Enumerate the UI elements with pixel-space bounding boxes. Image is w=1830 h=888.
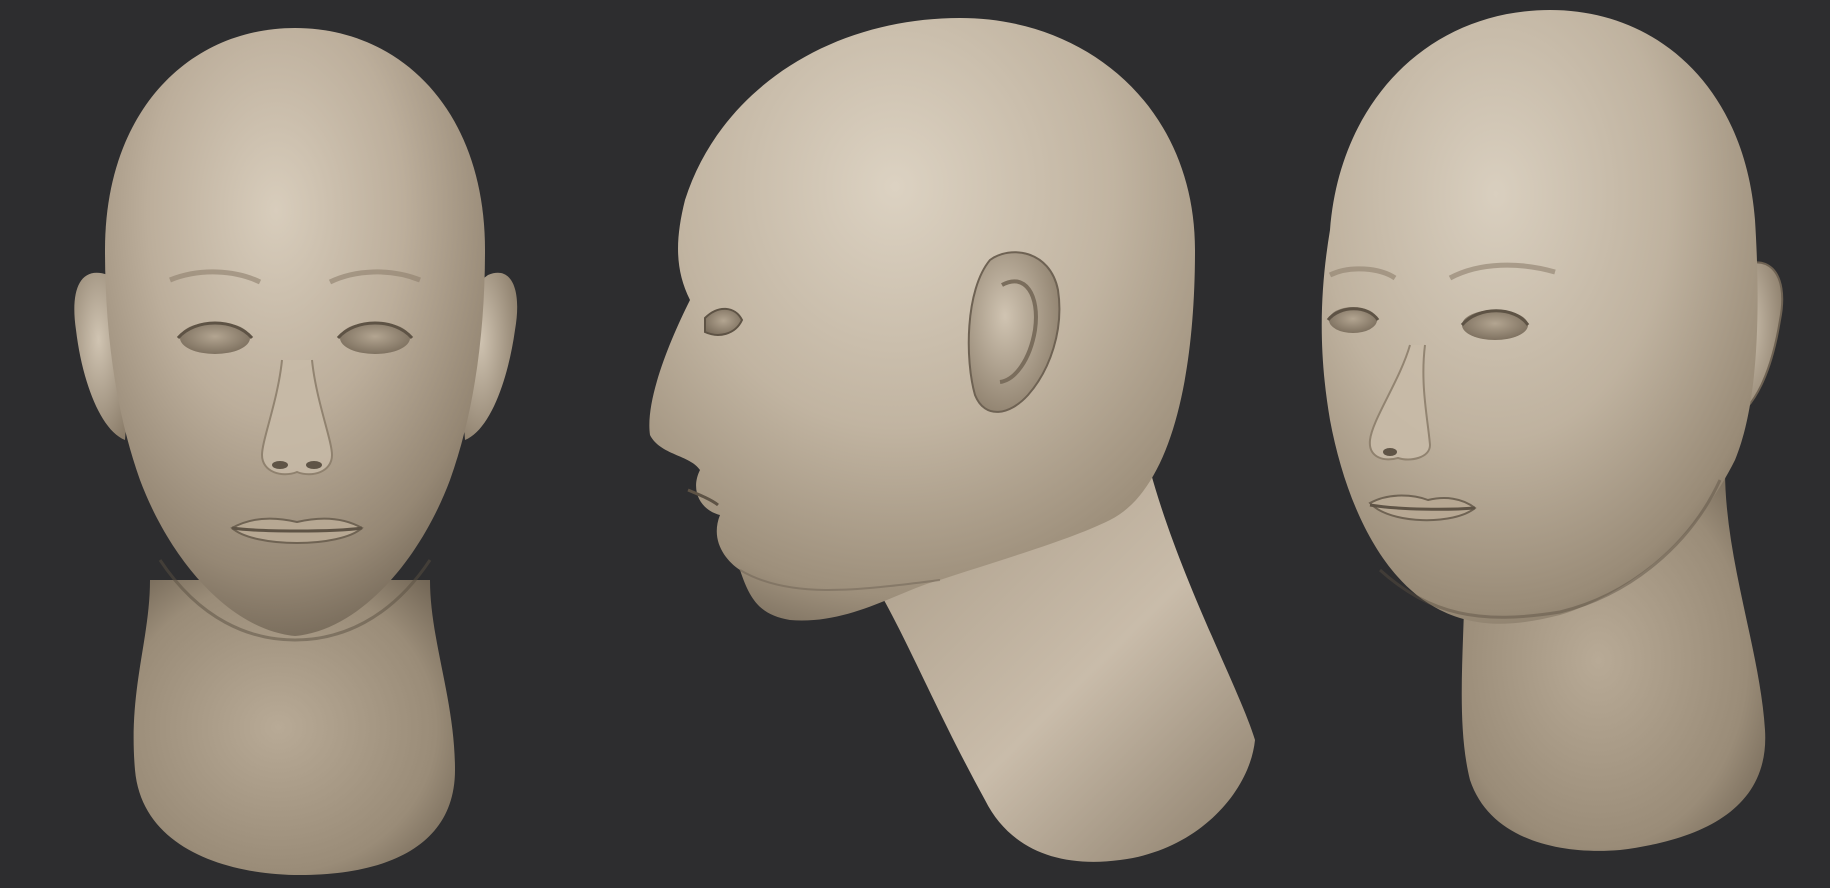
side-view-head[interactable]	[649, 18, 1255, 862]
render-canvas	[74, 10, 1784, 875]
three-quarter-view-head[interactable]	[1321, 10, 1784, 851]
front-view-head[interactable]	[74, 28, 518, 875]
front-head-shape	[105, 28, 485, 636]
sculpt-viewport[interactable]	[0, 0, 1830, 888]
